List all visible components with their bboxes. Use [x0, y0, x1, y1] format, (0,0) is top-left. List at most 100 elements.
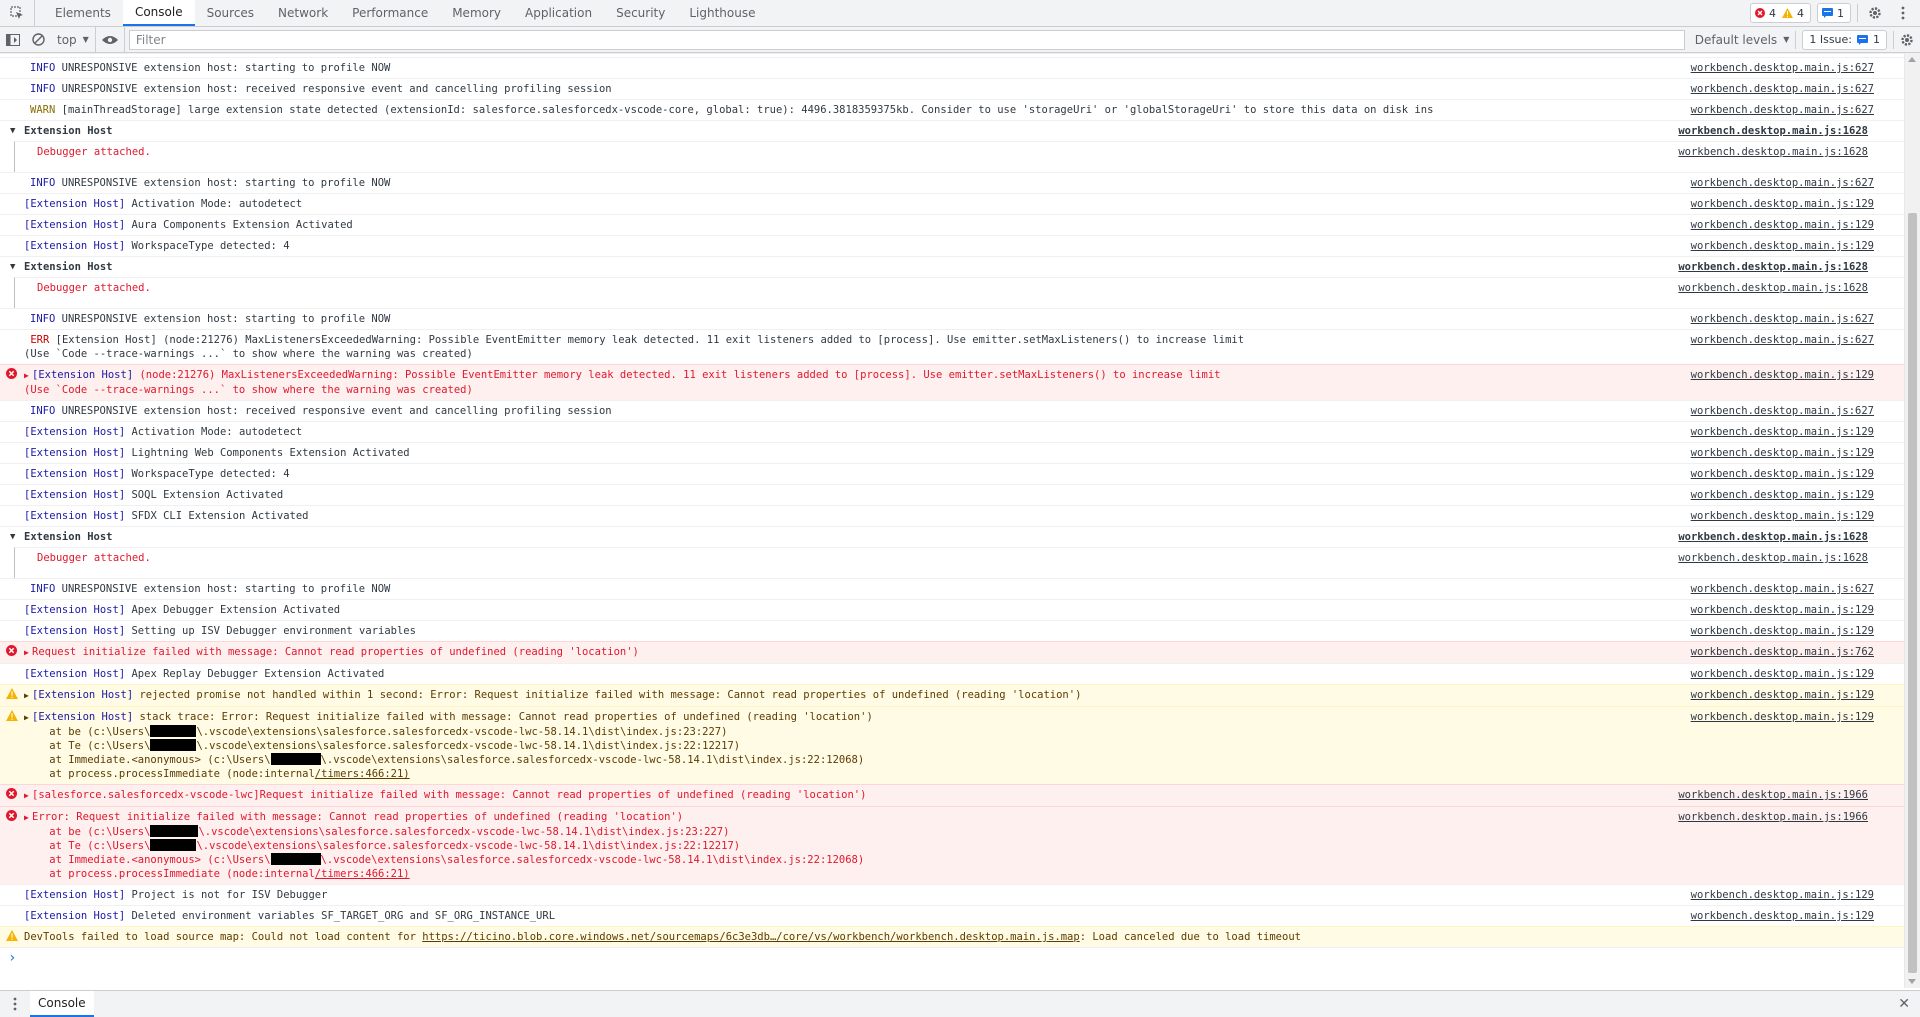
- source-link[interactable]: workbench.desktop.main.js:129: [1691, 888, 1874, 902]
- tab-elements[interactable]: Elements: [43, 0, 123, 26]
- console-settings-gear-icon[interactable]: [1894, 27, 1920, 52]
- source-link[interactable]: workbench.desktop.main.js:627: [1691, 404, 1874, 418]
- tab-console[interactable]: Console: [122, 0, 195, 26]
- source-link[interactable]: workbench.desktop.main.js:129: [1691, 603, 1874, 617]
- console-prompt[interactable]: ›: [0, 947, 1904, 969]
- scroll-up-arrow-icon[interactable]: [1908, 57, 1916, 62]
- message-text: [Extension Host] Apex Replay Debugger Ex…: [24, 667, 1434, 681]
- error-icon: [6, 368, 18, 380]
- source-link[interactable]: workbench.desktop.main.js:129: [1691, 624, 1874, 638]
- javascript-context-select[interactable]: top ▼: [51, 27, 96, 52]
- filter-input[interactable]: [128, 29, 1685, 50]
- collapse-triangle-icon[interactable]: ▼: [10, 260, 15, 274]
- expand-triangle-icon[interactable]: ▶: [24, 789, 32, 803]
- source-link[interactable]: workbench.desktop.main.js:627: [1691, 333, 1874, 347]
- panel-tabs: Elements Console Sources Network Performance…: [35, 0, 768, 26]
- stack-frame-link[interactable]: /timers:466:21): [315, 768, 410, 780]
- messages-badge[interactable]: 1: [1817, 3, 1851, 23]
- source-link[interactable]: workbench.desktop.main.js:129: [1691, 425, 1874, 439]
- message-text: [Extension Host] Deleted environment var…: [24, 909, 1434, 923]
- source-link[interactable]: workbench.desktop.main.js:1628: [1678, 551, 1868, 565]
- console-group-header[interactable]: ▼ Extension Host workbench.desktop.main.js…: [0, 256, 1904, 277]
- tab-network[interactable]: Network: [266, 0, 340, 26]
- source-link[interactable]: workbench.desktop.main.js:627: [1691, 61, 1874, 75]
- tab-lighthouse[interactable]: Lighthouse: [677, 0, 767, 26]
- scroll-thumb[interactable]: [1908, 213, 1917, 973]
- clear-console-icon[interactable]: [26, 27, 51, 52]
- console-group-child: Debugger attached. workbench.desktop.main…: [14, 547, 1904, 568]
- console-group-header[interactable]: ▼ Extension Host workbench.desktop.main.js…: [0, 526, 1904, 547]
- source-link[interactable]: workbench.desktop.main.js:129: [1691, 446, 1874, 460]
- message-text: INFO UNRESPONSIVE extension host: starti…: [30, 61, 1434, 75]
- source-map-link[interactable]: https://ticino.blob.core.windows.net/sou…: [422, 931, 1079, 943]
- close-drawer-icon[interactable]: ✕: [1898, 996, 1920, 1012]
- expand-triangle-icon[interactable]: ▶: [24, 711, 32, 725]
- log-level-tag: ERR: [24, 334, 50, 346]
- source-link[interactable]: workbench.desktop.main.js:129: [1691, 688, 1874, 702]
- error-warning-badge[interactable]: 4 4: [1750, 3, 1811, 23]
- stack-frame-link[interactable]: /timers:466:21): [315, 868, 410, 880]
- source-link[interactable]: workbench.desktop.main.js:627: [1691, 582, 1874, 596]
- tab-memory[interactable]: Memory: [440, 0, 513, 26]
- issues-button[interactable]: 1 Issue: 1: [1802, 29, 1887, 50]
- drawer-tab-console[interactable]: Console: [30, 991, 94, 1017]
- source-link[interactable]: workbench.desktop.main.js:1966: [1678, 810, 1868, 824]
- source-link[interactable]: workbench.desktop.main.js:1628: [1678, 124, 1868, 138]
- log-level-tag: INFO: [30, 313, 56, 325]
- tab-application[interactable]: Application: [513, 0, 604, 26]
- collapse-triangle-icon[interactable]: ▼: [10, 530, 15, 544]
- console-group-header[interactable]: ▼ Extension Host workbench.desktop.main.js…: [0, 120, 1904, 141]
- expand-triangle-icon[interactable]: ▶: [24, 646, 32, 660]
- message-body: UNRESPONSIVE extension host: starting to…: [61, 62, 391, 74]
- live-expression-eye-icon[interactable]: [96, 27, 125, 52]
- inspect-element-icon[interactable]: [0, 0, 35, 26]
- show-sidebar-icon[interactable]: [0, 27, 26, 52]
- message-text: DevTools failed to load source map: Coul…: [24, 930, 1884, 944]
- stack-frame-text: at be (c:\Users\: [24, 826, 151, 838]
- expand-triangle-icon[interactable]: ▶: [24, 689, 32, 703]
- message-body: Activation Mode: autodetect: [125, 198, 303, 210]
- source-link[interactable]: workbench.desktop.main.js:1628: [1678, 530, 1868, 544]
- source-link[interactable]: workbench.desktop.main.js:627: [1691, 82, 1874, 96]
- source-link[interactable]: workbench.desktop.main.js:762: [1691, 645, 1874, 659]
- message-text: INFO UNRESPONSIVE extension host: starti…: [30, 582, 1434, 596]
- drawer-menu-kebab-icon[interactable]: [0, 997, 30, 1011]
- source-link[interactable]: workbench.desktop.main.js:1966: [1678, 788, 1868, 802]
- source-link[interactable]: workbench.desktop.main.js:627: [1691, 176, 1874, 190]
- source-link[interactable]: workbench.desktop.main.js:1628: [1678, 281, 1868, 295]
- source-link[interactable]: workbench.desktop.main.js:129: [1691, 368, 1874, 382]
- log-level-tag: INFO: [30, 583, 56, 595]
- console-message: [Extension Host] WorkspaceType detected:…: [0, 463, 1904, 484]
- tab-sources[interactable]: Sources: [195, 0, 266, 26]
- source-link[interactable]: workbench.desktop.main.js:627: [1691, 103, 1874, 117]
- source-link[interactable]: workbench.desktop.main.js:129: [1691, 667, 1874, 681]
- settings-gear-icon[interactable]: [1864, 2, 1886, 24]
- tab-security[interactable]: Security: [604, 0, 677, 26]
- source-link[interactable]: workbench.desktop.main.js:627: [1691, 312, 1874, 326]
- message-text: ▶ [salesforce.salesforcedx-vscode-lwc]Req…: [24, 788, 1434, 803]
- source-link[interactable]: workbench.desktop.main.js:129: [1691, 509, 1874, 523]
- scroll-down-arrow-icon[interactable]: [1908, 979, 1916, 984]
- expand-triangle-icon[interactable]: ▶: [24, 369, 32, 383]
- source-link[interactable]: workbench.desktop.main.js:129: [1691, 239, 1874, 253]
- source-link[interactable]: workbench.desktop.main.js:129: [1691, 488, 1874, 502]
- expand-triangle-icon[interactable]: ▶: [24, 811, 32, 825]
- log-levels-dropdown[interactable]: Default levels ▼: [1689, 27, 1796, 52]
- console-messages[interactable]: INFO UNRESPONSIVE extension host: starti…: [0, 53, 1904, 988]
- message-body: (Use `Code --trace-warnings ...` to show…: [24, 348, 473, 360]
- more-options-kebab-icon[interactable]: [1892, 2, 1914, 24]
- collapse-triangle-icon[interactable]: ▼: [10, 124, 15, 138]
- tab-performance[interactable]: Performance: [340, 0, 440, 26]
- source-link[interactable]: workbench.desktop.main.js:1628: [1678, 145, 1868, 159]
- tabbar-right: 4 4 1: [1750, 0, 1920, 26]
- source-link[interactable]: workbench.desktop.main.js:129: [1691, 467, 1874, 481]
- stack-frame-text: at be (c:\Users\: [24, 726, 151, 738]
- source-link[interactable]: workbench.desktop.main.js:1628: [1678, 260, 1868, 274]
- message-body: [mainThreadStorage] large extension stat…: [61, 104, 1434, 116]
- source-link[interactable]: workbench.desktop.main.js:129: [1691, 710, 1874, 724]
- issues-label: 1 Issue:: [1809, 33, 1852, 46]
- source-link[interactable]: workbench.desktop.main.js:129: [1691, 218, 1874, 232]
- source-link[interactable]: workbench.desktop.main.js:129: [1691, 909, 1874, 923]
- console-scrollbar[interactable]: [1904, 53, 1920, 988]
- source-link[interactable]: workbench.desktop.main.js:129: [1691, 197, 1874, 211]
